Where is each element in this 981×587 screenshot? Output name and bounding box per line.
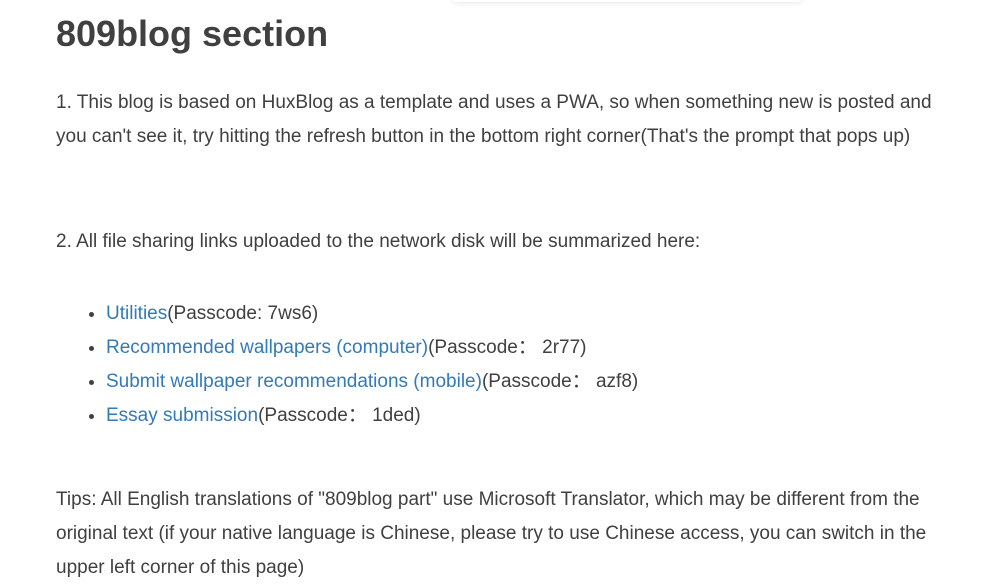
file-sharing-link-list: Utilities(Passcode: 7ws6) Recommended wa… [56,297,638,433]
paragraph-tips: Tips: All English translations of "809bl… [56,489,927,578]
utilities-link[interactable]: Utilities [106,303,167,324]
passcode-text: (Passcode： 2r77) [428,337,587,358]
essay-submission-link[interactable]: Essay submission [106,405,258,426]
top-overlay-shadow [452,0,802,2]
list-item: Submit wallpaper recommendations (mobile… [106,365,638,399]
page-title: 809blog section [56,13,329,54]
list-item: Utilities(Passcode: 7ws6) [106,297,638,331]
paragraph-pwa-note: 1. This blog is based on HuxBlog as a te… [56,92,932,147]
passcode-text: (Passcode: 7ws6) [167,303,319,324]
submit-wallpaper-mobile-link[interactable]: Submit wallpaper recommendations (mobile… [106,371,482,392]
paragraph-file-sharing: 2. All file sharing links uploaded to th… [56,231,701,252]
list-item: Essay submission(Passcode： 1ded) [106,399,638,433]
list-item: Recommended wallpapers (computer)(Passco… [106,331,638,365]
passcode-text: (Passcode： azf8) [481,371,639,392]
recommended-wallpapers-computer-link[interactable]: Recommended wallpapers (computer) [106,337,428,358]
passcode-text: (Passcode： 1ded) [258,405,421,426]
